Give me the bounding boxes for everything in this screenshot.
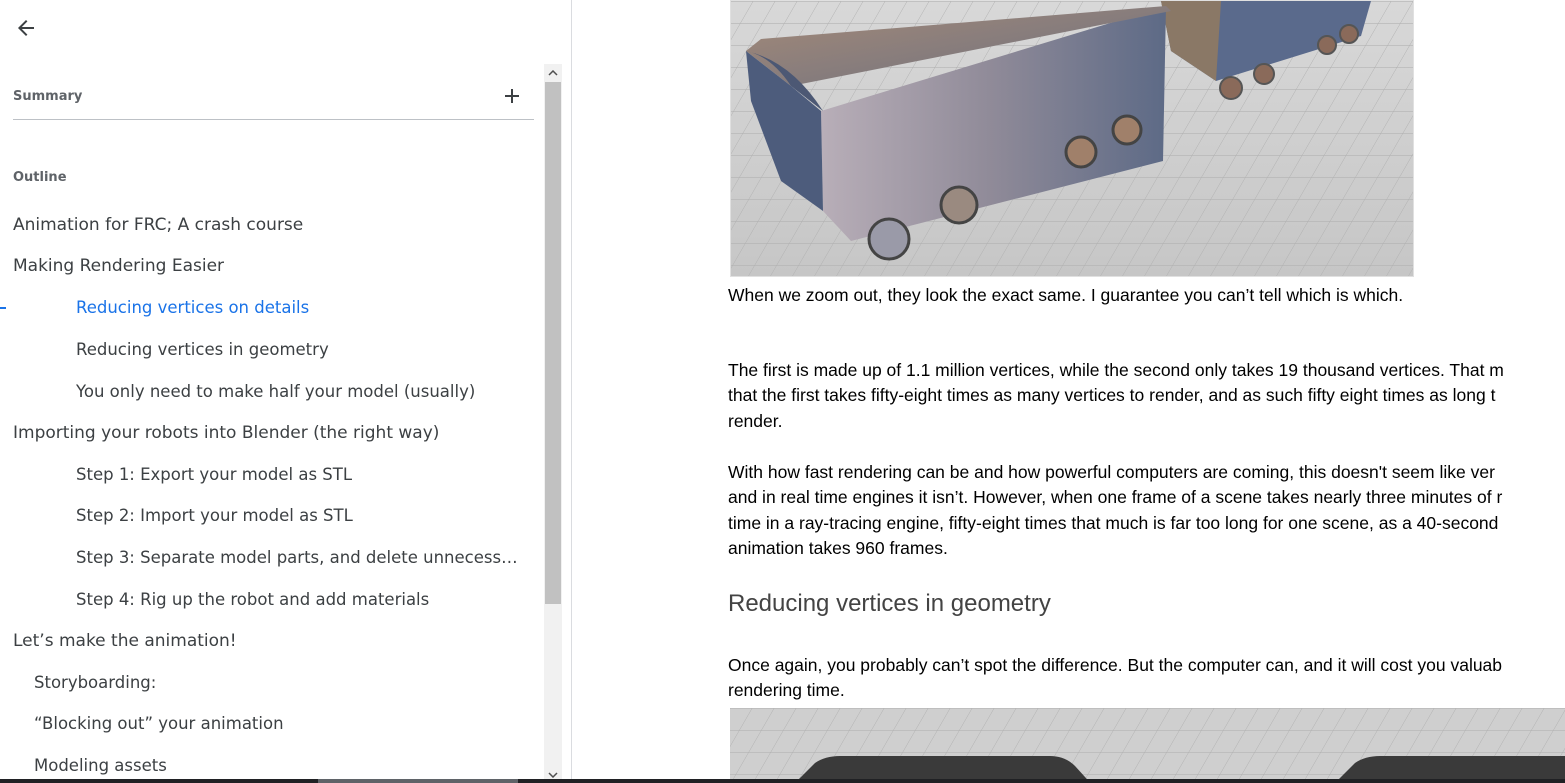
outline-item-blocking-out[interactable]: “Blocking out” your animation: [0, 703, 544, 745]
outline-item-storyboarding[interactable]: Storyboarding:: [0, 662, 544, 704]
section-heading: Reducing vertices in geometry: [728, 590, 1051, 617]
geometry-render-image: [730, 708, 1565, 783]
window-bottom-bar: [0, 779, 1565, 783]
scroll-up-button[interactable]: [544, 64, 562, 81]
outline-item-label: Step 2: Import your model as STL: [76, 506, 353, 526]
paragraph-line: Once again, you probably can’t spot the …: [728, 655, 1503, 675]
caret-down-icon: [548, 771, 558, 778]
outline-item-step-4[interactable]: Step 4: Rig up the robot and add materia…: [0, 578, 544, 620]
outline-item-step-2[interactable]: Step 2: Import your model as STL: [0, 495, 544, 537]
outline-scrollbar[interactable]: [544, 64, 562, 783]
outline-item-label: Step 1: Export your model as STL: [76, 464, 353, 484]
outline-item-step-1[interactable]: Step 1: Export your model as STL: [0, 454, 544, 496]
outline-item-label: Importing your robots into Blender (the …: [13, 422, 440, 443]
paragraph-line: render.: [728, 410, 783, 431]
outline-item-modeling-assets[interactable]: Modeling assets: [0, 745, 544, 783]
outline-item-label: Animation for FRC; A crash course: [13, 214, 304, 235]
arrow-back-icon: [18, 20, 34, 36]
outline-item-step-3[interactable]: Step 3: Separate model parts, and delete…: [0, 537, 544, 579]
outline-item-label: Reducing vertices on details: [76, 298, 310, 318]
geometry-model-illustration: [730, 708, 1565, 783]
document-body[interactable]: When we zoom out, they look the exact sa…: [573, 0, 1565, 783]
outline-item-label: Step 3: Separate model parts, and delete…: [76, 548, 518, 568]
outline-scroll-area: Summary Outline Animation for FRC; A cra…: [0, 64, 544, 783]
summary-section: Summary: [13, 74, 534, 120]
outline-item-label: “Blocking out” your animation: [34, 714, 284, 734]
paragraph-line: that the first takes fifty-eight times a…: [728, 385, 1496, 406]
train-model-illustration: [731, 1, 1413, 276]
outline-item-half-model[interactable]: You only need to make half your model (u…: [0, 370, 544, 412]
outline-item-label: Let’s make the animation!: [13, 630, 237, 651]
paragraph-line: and in real time engines it isn’t. Howev…: [728, 487, 1503, 508]
outline-list: Animation for FRC; A crash course Making…: [0, 204, 544, 783]
outline-item-animation-for-frc[interactable]: Animation for FRC; A crash course: [0, 204, 544, 246]
outline-item-label: Step 4: Rig up the robot and add materia…: [76, 589, 430, 609]
image-caption: When we zoom out, they look the exact sa…: [728, 285, 1404, 305]
paragraph-line: animation takes 960 frames.: [728, 537, 948, 558]
outline-item-label: Storyboarding:: [34, 672, 157, 692]
outline-item-importing-robots[interactable]: Importing your robots into Blender (the …: [0, 412, 544, 454]
outline-item-label: Making Rendering Easier: [13, 256, 225, 277]
paragraph-render-time: With how fast rendering can be and how p…: [728, 460, 1565, 561]
outline-sidebar: Summary Outline Animation for FRC; A cra…: [0, 0, 572, 783]
outline-item-label: You only need to make half your model (u…: [76, 381, 476, 401]
outline-item-reducing-vertices-details[interactable]: Reducing vertices on details: [0, 287, 544, 329]
add-summary-button[interactable]: [500, 84, 524, 108]
outline-item-label: Reducing vertices in geometry: [76, 340, 329, 360]
plus-icon: [505, 89, 519, 103]
horizontal-scroll-indicator: [318, 779, 518, 783]
caret-up-icon: [548, 69, 558, 76]
outline-item-reducing-vertices-geometry[interactable]: Reducing vertices in geometry: [0, 329, 544, 371]
summary-label: Summary: [13, 89, 83, 104]
outline-item-making-rendering-easier[interactable]: Making Rendering Easier: [0, 246, 544, 288]
active-indicator: [0, 307, 6, 310]
paragraph-line: rendering time.: [728, 680, 845, 701]
scroll-thumb[interactable]: [545, 82, 561, 604]
paragraph-line: The first is made up of 1.1 million vert…: [728, 360, 1504, 380]
paragraph-vertices-count: The first is made up of 1.1 million vert…: [728, 358, 1565, 434]
outline-item-lets-make-animation[interactable]: Let’s make the animation!: [0, 620, 544, 662]
outline-item-label: Modeling assets: [34, 756, 167, 776]
outline-label: Outline: [13, 170, 67, 185]
paragraph-line: With how fast rendering can be and how p…: [728, 462, 1495, 482]
paragraph-line: time in a ray-tracing engine, fifty-eigh…: [728, 512, 1499, 533]
paragraph-difference: Once again, you probably can’t spot the …: [728, 653, 1565, 704]
train-render-image: [730, 0, 1414, 277]
back-button[interactable]: [10, 12, 42, 44]
